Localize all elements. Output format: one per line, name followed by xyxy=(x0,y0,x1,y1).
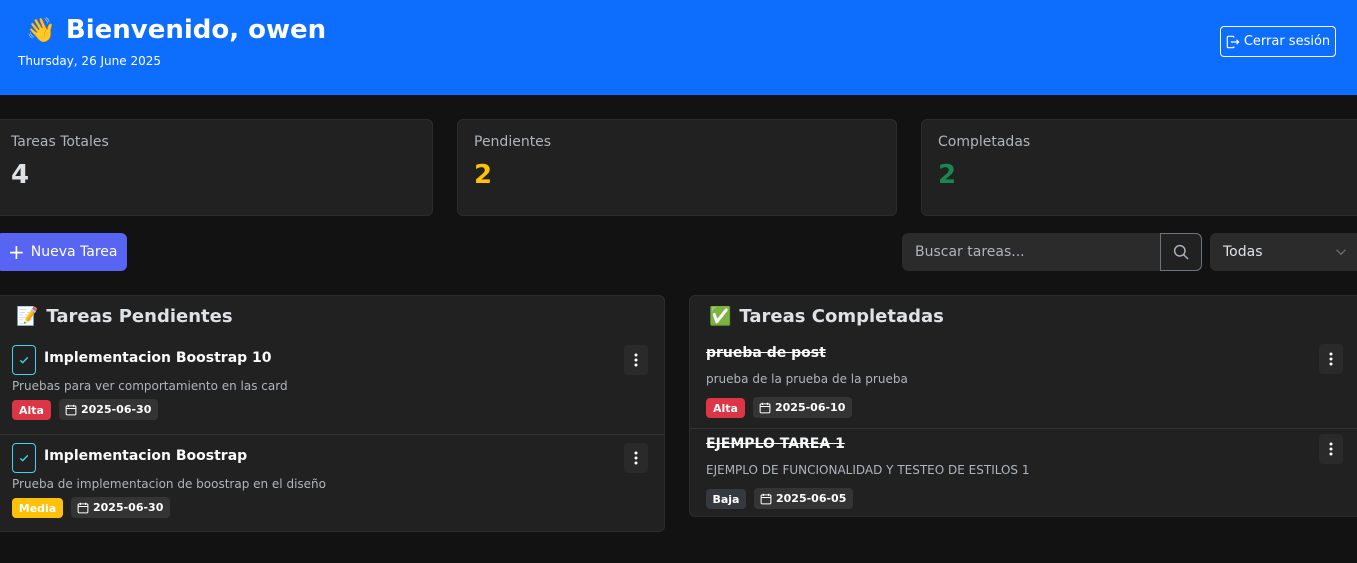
calendar-icon xyxy=(65,404,77,415)
completed-panel-heading: ✅ Tareas Completadas xyxy=(709,306,944,327)
pending-panel-title: Tareas Pendientes xyxy=(46,306,233,327)
waving-hand-icon: 👋 xyxy=(26,16,56,44)
new-task-label: Nueva Tarea xyxy=(30,244,118,260)
task-title: EJEMPLO TAREA 1 xyxy=(706,436,845,452)
status-filter-select[interactable]: Todas xyxy=(1210,233,1357,271)
pending-panel-heading: 📝 Tareas Pendientes xyxy=(16,306,233,327)
stat-label-pending: Pendientes xyxy=(474,134,552,150)
plus-icon: + xyxy=(8,240,25,264)
stat-value-completed: 2 xyxy=(938,160,957,190)
greeting: 👋 Bienvenido, owen xyxy=(26,14,326,46)
task-item: EJEMPLO TAREA 1 EJEMPLO DE FUNCIONALIDAD… xyxy=(690,428,1357,516)
new-task-button[interactable]: + Nueva Tarea xyxy=(0,233,127,271)
stat-label-total: Tareas Totales xyxy=(11,134,109,150)
calendar-icon xyxy=(77,502,89,513)
due-date-badge: 2025-06-30 xyxy=(59,399,159,420)
task-item: Implementacion Boostrap 10 Pruebas para … xyxy=(0,340,664,434)
task-description: Pruebas para ver comportamiento en las c… xyxy=(12,379,288,393)
app-header: 👋 Bienvenido, owen Thursday, 26 June 202… xyxy=(0,0,1357,95)
due-date-badge: 2025-06-30 xyxy=(71,497,171,518)
status-filter-value: Todas xyxy=(1223,244,1263,260)
priority-badge: Alta xyxy=(706,398,745,418)
box-arrow-right-icon xyxy=(1226,35,1240,48)
task-item: prueba de post prueba de la prueba de la… xyxy=(690,340,1357,428)
complete-task-checkbox[interactable] xyxy=(12,443,36,473)
task-description: prueba de la prueba de la prueba xyxy=(706,372,908,386)
calendar-icon xyxy=(760,493,772,504)
current-date: Thursday, 26 June 2025 xyxy=(18,54,161,68)
memo-icon: 📝 xyxy=(16,306,39,327)
due-date: 2025-06-30 xyxy=(93,501,164,514)
three-dots-vertical-icon xyxy=(1329,442,1333,456)
due-date-badge: 2025-06-10 xyxy=(753,397,853,418)
search-group xyxy=(902,233,1202,271)
due-date: 2025-06-05 xyxy=(776,492,847,505)
stat-card-pending: Pendientes 2 xyxy=(457,119,897,216)
chevron-down-icon xyxy=(1336,249,1346,256)
stat-value-pending: 2 xyxy=(474,160,493,190)
stat-card-completed: Completadas 2 xyxy=(921,119,1357,216)
task-description: Prueba de implementacion de boostrap en … xyxy=(12,477,326,491)
due-date: 2025-06-30 xyxy=(81,403,152,416)
task-title: prueba de post xyxy=(706,345,826,361)
priority-badge: Alta xyxy=(12,400,51,420)
greeting-title: Bienvenido, owen xyxy=(65,15,327,45)
three-dots-vertical-icon xyxy=(634,451,638,465)
search-button[interactable] xyxy=(1160,233,1202,271)
check-icon xyxy=(19,454,29,462)
check-mark-button-icon: ✅ xyxy=(709,306,732,327)
due-date: 2025-06-10 xyxy=(775,401,846,414)
stat-label-completed: Completadas xyxy=(938,134,1031,150)
complete-task-checkbox[interactable] xyxy=(12,345,36,375)
search-icon xyxy=(1173,244,1189,260)
completed-tasks-panel: ✅ Tareas Completadas prueba de post prue… xyxy=(689,295,1357,517)
task-options-button[interactable] xyxy=(624,345,648,375)
stat-value-total: 4 xyxy=(11,160,30,190)
three-dots-vertical-icon xyxy=(1329,352,1333,366)
due-date-badge: 2025-06-05 xyxy=(754,488,854,509)
task-item: Implementacion Boostrap Prueba de implem… xyxy=(0,434,664,532)
completed-panel-title: Tareas Completadas xyxy=(739,306,944,327)
logout-label: Cerrar sesión xyxy=(1243,34,1331,49)
priority-badge: Media xyxy=(12,498,63,518)
task-title: Implementacion Boostrap 10 xyxy=(44,350,272,366)
pending-tasks-panel: 📝 Tareas Pendientes Implementacion Boost… xyxy=(0,295,665,532)
priority-badge: Baja xyxy=(706,489,746,509)
three-dots-vertical-icon xyxy=(634,353,638,367)
task-options-button[interactable] xyxy=(1319,344,1343,374)
check-icon xyxy=(19,356,29,364)
task-options-button[interactable] xyxy=(624,443,648,473)
calendar-icon xyxy=(759,402,771,413)
stat-card-total: Tareas Totales 4 xyxy=(0,119,433,216)
task-options-button[interactable] xyxy=(1319,434,1343,464)
logout-button[interactable]: Cerrar sesión xyxy=(1220,26,1336,57)
search-input[interactable] xyxy=(902,233,1160,271)
task-title: Implementacion Boostrap xyxy=(44,448,248,464)
task-description: EJEMPLO DE FUNCIONALIDAD Y TESTEO DE EST… xyxy=(706,463,1030,477)
